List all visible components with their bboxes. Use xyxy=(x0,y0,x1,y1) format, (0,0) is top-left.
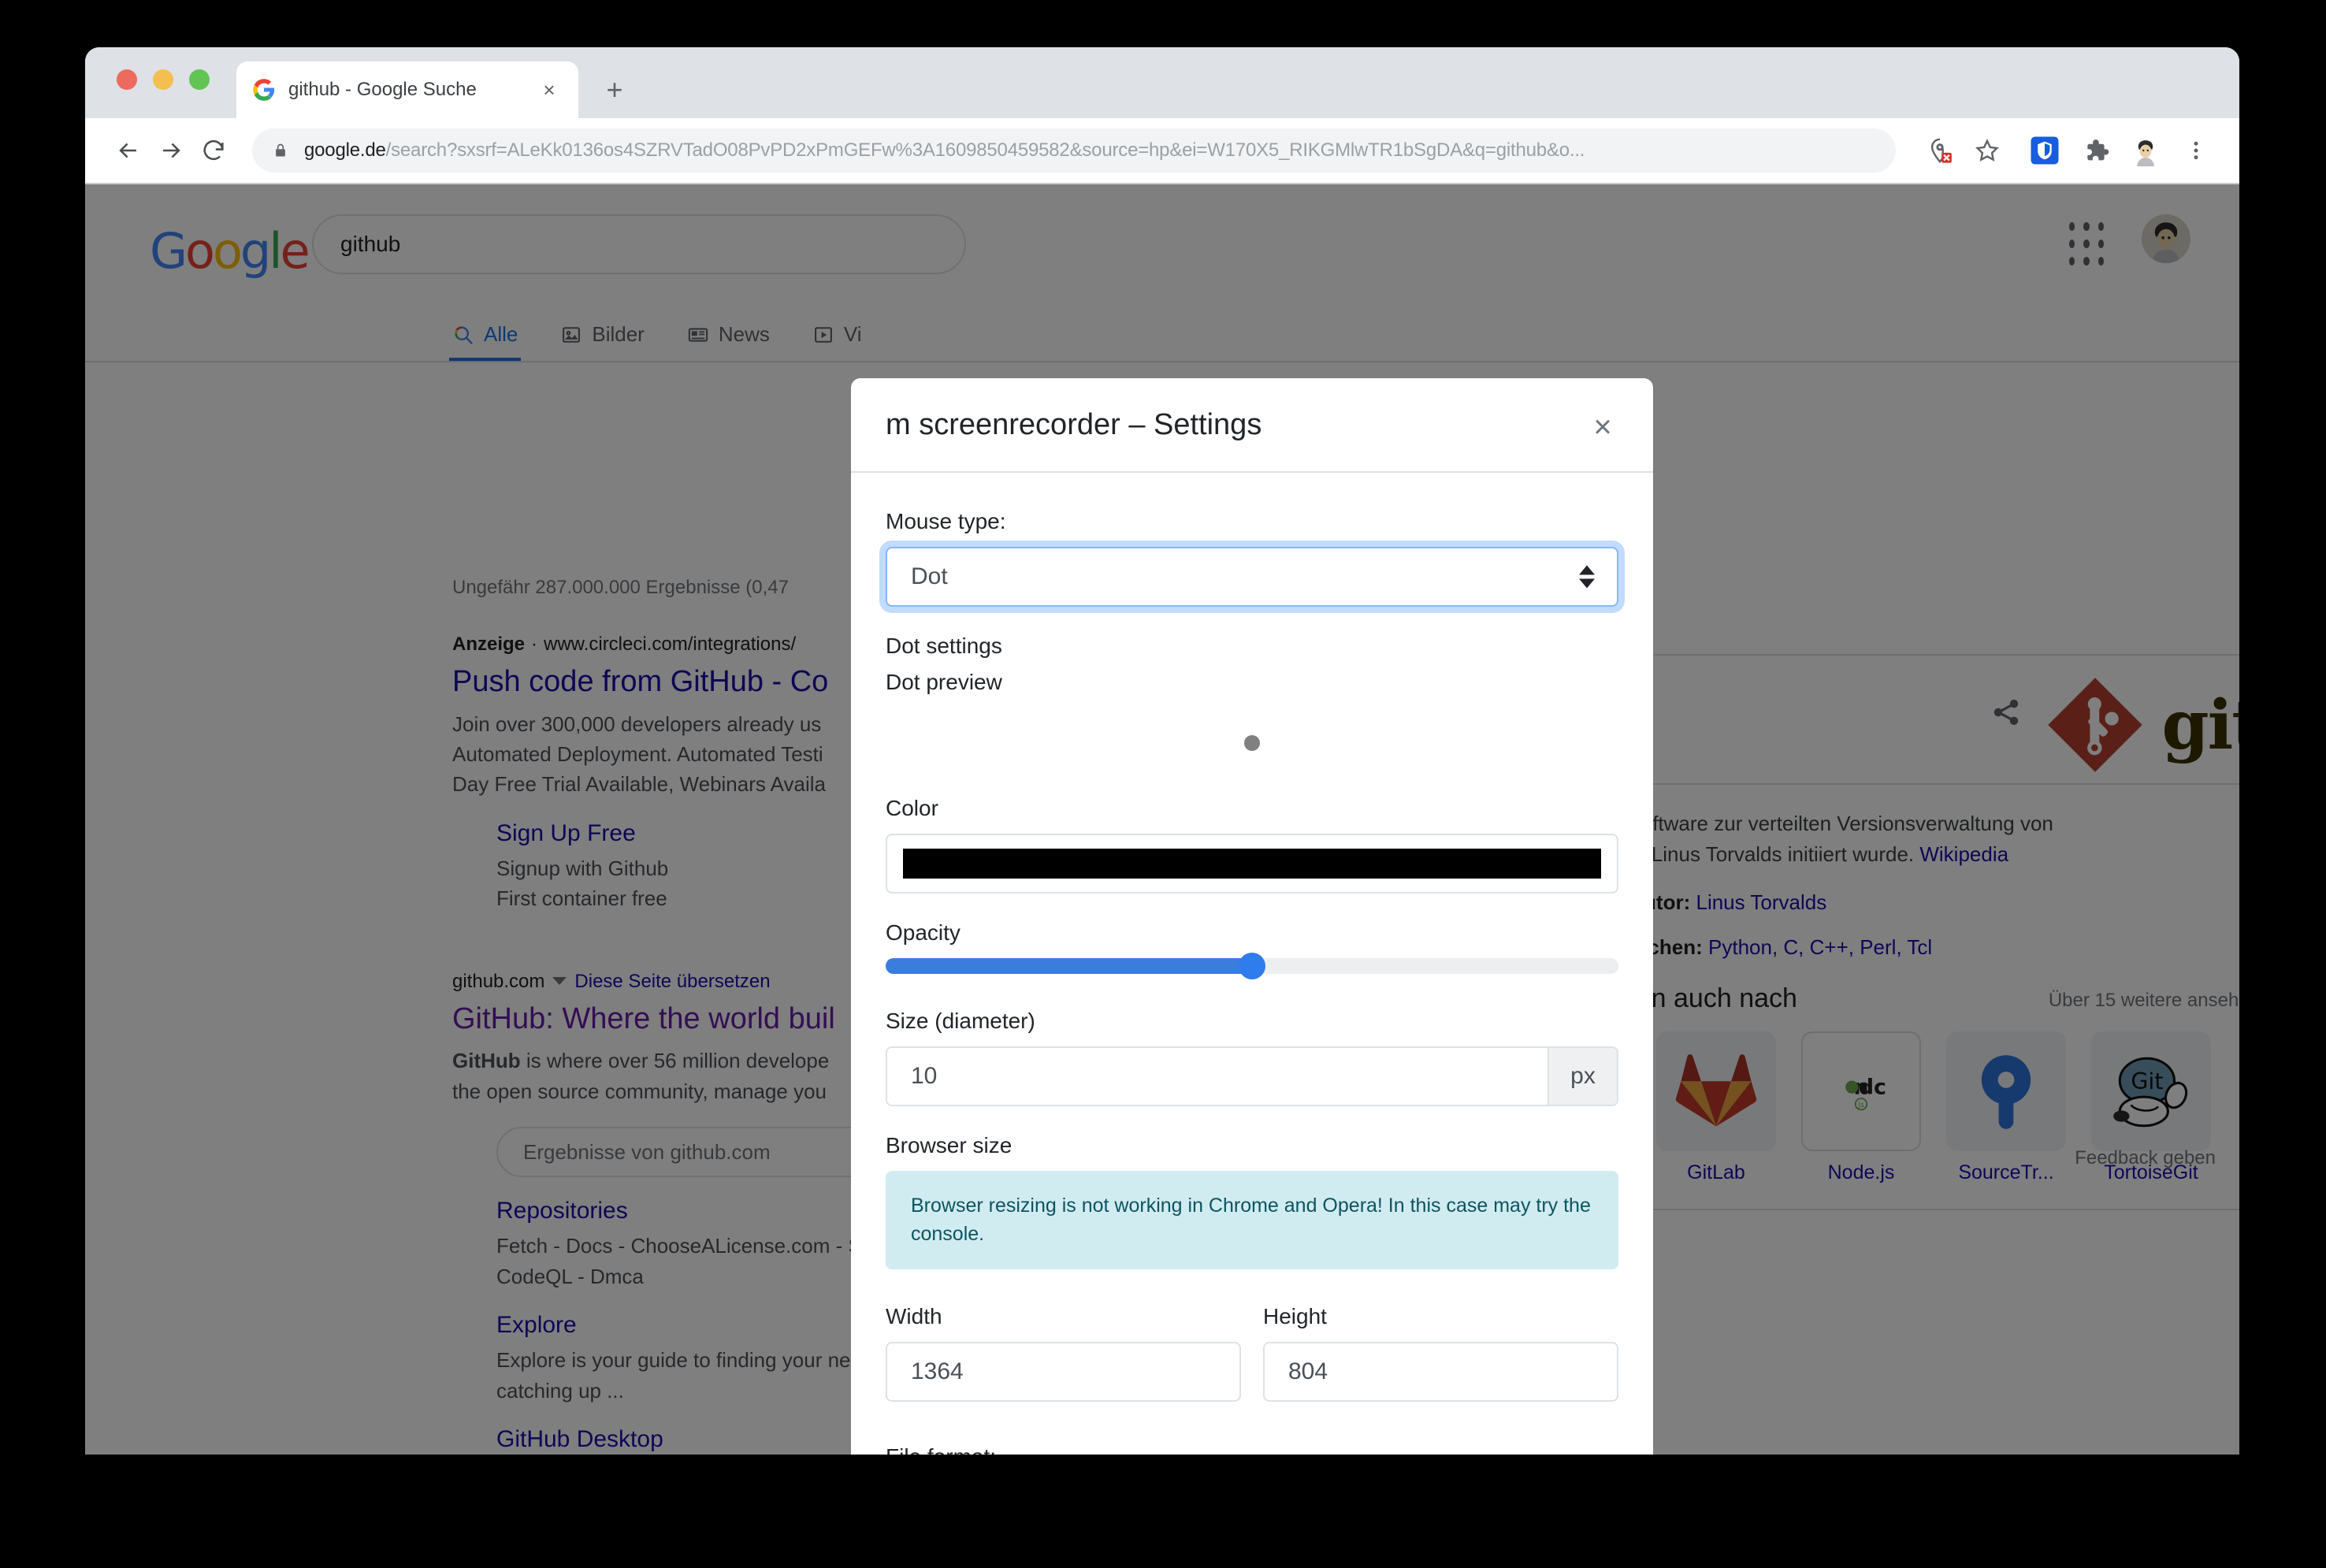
tab-strip: github - Google Suche × + xyxy=(85,47,2239,118)
width-field-group: Width 1364 xyxy=(886,1304,1241,1402)
file-format-label: File format: xyxy=(886,1444,1618,1455)
mouse-type-value: Dot xyxy=(911,563,948,590)
lock-icon xyxy=(273,140,288,161)
browser-size-label: Browser size xyxy=(886,1133,1618,1158)
opacity-slider-fill xyxy=(886,958,1252,974)
close-window-button[interactable] xyxy=(117,69,137,90)
modal-header: m screenrecorder – Settings × xyxy=(851,378,1653,473)
extension-icons xyxy=(2023,129,2217,172)
modal-body: Mouse type: Dot Dot settings Dot preview… xyxy=(851,473,1653,1455)
mouse-type-select[interactable]: Dot xyxy=(886,547,1618,607)
settings-modal: m screenrecorder – Settings × Mouse type… xyxy=(851,378,1653,1455)
opacity-slider[interactable] xyxy=(886,958,1618,974)
location-blocked-icon[interactable] xyxy=(1918,128,1962,173)
url-domain: google.de xyxy=(304,139,386,161)
opacity-label: Opacity xyxy=(886,920,1618,946)
size-field-group: 10 px xyxy=(886,1046,1618,1106)
dot-preview-swatch xyxy=(1244,735,1260,751)
url-path: /search?sxsrf=ALeKk0136os4SZRVTadO08PvPD… xyxy=(386,139,1585,161)
size-unit-label: px xyxy=(1548,1048,1617,1105)
mouse-type-label: Mouse type: xyxy=(886,509,1618,534)
color-swatch xyxy=(903,849,1601,879)
maximize-window-button[interactable] xyxy=(189,69,210,90)
color-picker[interactable] xyxy=(886,834,1618,894)
back-arrow-icon[interactable] xyxy=(107,129,150,172)
opacity-slider-thumb[interactable] xyxy=(1239,953,1265,979)
width-input[interactable]: 1364 xyxy=(886,1342,1241,1402)
reload-icon[interactable] xyxy=(192,129,235,172)
height-field-group: Height 804 xyxy=(1263,1304,1618,1402)
puzzle-icon[interactable] xyxy=(2074,129,2116,172)
dot-preview-area xyxy=(886,706,1618,780)
width-height-row: Width 1364 Height 804 xyxy=(886,1304,1618,1402)
browser-toolbar: google.de/search?sxsrf=ALeKk0136os4SZRVT… xyxy=(85,118,2239,184)
close-icon[interactable]: × xyxy=(1585,410,1620,444)
browser-resize-alert: Browser resizing is not working in Chrom… xyxy=(886,1171,1618,1269)
browser-tab[interactable]: github - Google Suche × xyxy=(236,61,578,118)
width-label: Width xyxy=(886,1304,1241,1329)
dot-preview-label: Dot preview xyxy=(886,670,1618,695)
avatar-icon[interactable] xyxy=(2124,129,2167,172)
modal-title: m screenrecorder – Settings xyxy=(886,408,1261,442)
new-tab-button[interactable]: + xyxy=(599,74,630,106)
size-label: Size (diameter) xyxy=(886,1009,1618,1034)
browser-window: github - Google Suche × + google.de/sear… xyxy=(85,47,2239,1455)
chevron-updown-icon xyxy=(1579,566,1595,589)
star-icon[interactable] xyxy=(1965,128,2009,173)
address-bar-url: google.de/search?sxsrf=ALeKk0136os4SZRVT… xyxy=(304,139,1585,162)
height-label: Height xyxy=(1263,1304,1618,1329)
minimize-window-button[interactable] xyxy=(153,69,173,90)
color-label: Color xyxy=(886,796,1618,821)
three-dot-menu-icon[interactable] xyxy=(2175,129,2217,172)
google-g-icon xyxy=(252,78,276,102)
height-input[interactable]: 804 xyxy=(1263,1342,1618,1402)
shield-icon[interactable] xyxy=(2023,129,2066,172)
close-icon[interactable]: × xyxy=(536,76,563,103)
forward-arrow-icon[interactable] xyxy=(150,129,192,172)
omnibox-actions xyxy=(1918,128,2009,173)
size-input[interactable]: 10 xyxy=(887,1048,1548,1105)
window-traffic-lights xyxy=(117,69,210,90)
dot-settings-label: Dot settings xyxy=(886,634,1618,659)
page-viewport: Google github xyxy=(85,184,2239,1455)
tab-title: github - Google Suche xyxy=(288,79,536,101)
address-bar[interactable]: google.de/search?sxsrf=ALeKk0136os4SZRVT… xyxy=(252,128,1896,173)
